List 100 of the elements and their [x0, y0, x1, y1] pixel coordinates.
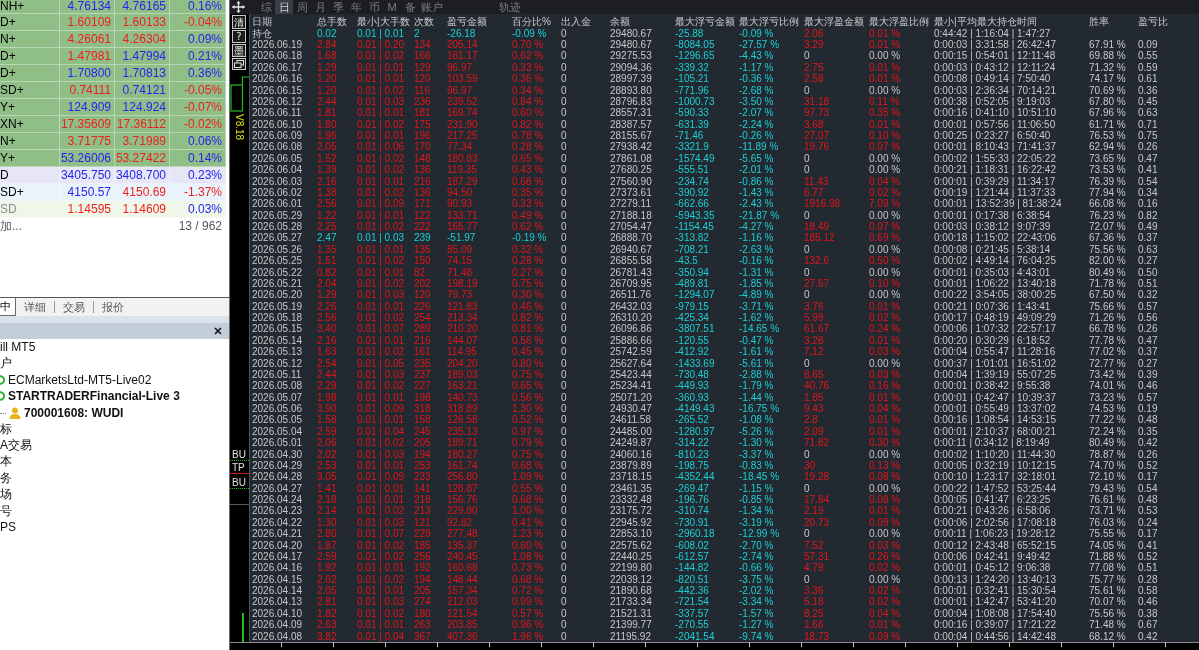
- restore-icon[interactable]: [232, 58, 246, 70]
- tree-item[interactable]: 本: [0, 453, 12, 471]
- period-tab[interactable]: 综: [257, 0, 275, 14]
- tree-item[interactable]: A交易: [0, 437, 32, 455]
- table-cell-text: 2026.05.19: [252, 300, 304, 313]
- tree-item[interactable]: STARTRADERFinancial-Live 3: [8, 389, 180, 404]
- table-cell-text: 0.46: [1138, 596, 1159, 608]
- table-cell-text: 0.26: [1138, 448, 1159, 460]
- table-cell-text: 0:00:13 | 1:24:20 | 13:40:13: [934, 573, 1057, 586]
- table-cell-text: 1.92: [317, 562, 338, 574]
- period-tab[interactable]: 季: [329, 0, 347, 14]
- table-cell-text: 27.07: [804, 130, 831, 142]
- table-cell-text: -105.21: [675, 73, 710, 85]
- track-tab[interactable]: 轨迹: [497, 0, 523, 14]
- table-cell-text: 2026.05.25: [252, 255, 304, 267]
- table-cell-text: 0.00 %: [869, 152, 902, 165]
- table-cell-text: 66.08 %: [1089, 198, 1127, 210]
- period-tab[interactable]: 日: [275, 0, 293, 14]
- tree-item[interactable]: 场: [0, 486, 12, 504]
- quote-row[interactable]: Y+ 124.909 124.924 -0.07%: [0, 99, 226, 116]
- panel-tab[interactable]: 中: [0, 298, 16, 316]
- table-cell-text: 0.02 %: [869, 312, 902, 324]
- table-cell-text: 0: [561, 209, 568, 222]
- table-cell-text: 25886.66: [610, 334, 653, 347]
- chart-button[interactable]: 清: [232, 15, 246, 29]
- chart-button[interactable]: 墨: [232, 44, 246, 57]
- tree-item[interactable]: ECMarketsLtd-MT5-Live02: [8, 372, 152, 387]
- quote-row[interactable]: D+ 1.60109 1.60133 -0.04%: [0, 14, 226, 31]
- panel-tab[interactable]: 交易: [54, 301, 93, 313]
- tree-item[interactable]: 700001608: WUDI: [24, 405, 124, 420]
- table-cell-text: 318: [414, 403, 432, 415]
- quote-row[interactable]: N+ 3.71775 3.71989 0.06%: [0, 133, 226, 150]
- table-cell-text: 2: [414, 27, 421, 40]
- table-cell-text: 2026.05.18: [252, 312, 304, 324]
- table-cell-text: 0.68 %: [512, 175, 545, 187]
- add-symbol-link[interactable]: 加...: [0, 217, 22, 235]
- table-cell-text: 71.32 %: [1089, 61, 1127, 74]
- tree-item[interactable]: 号: [0, 502, 12, 520]
- table-cell-text: 72.77 %: [1089, 357, 1127, 369]
- table-cell-text: 2.54: [317, 357, 338, 369]
- quote-row[interactable]: D+ 1.47981 1.47994 0.21%: [0, 48, 226, 65]
- table-cell-text: 161: [414, 346, 432, 358]
- table-cell-text: 1.98: [317, 391, 338, 404]
- table-cell-text: -425.34: [675, 312, 710, 324]
- table-cell-text: -2041.54: [675, 630, 716, 642]
- table-cell-text: -1.44 %: [739, 391, 775, 404]
- table-cell-text: -442.36: [675, 585, 710, 597]
- table-cell-text: 0: [561, 164, 568, 176]
- period-tab[interactable]: M: [383, 0, 401, 14]
- table-cell-text: 28387.57: [610, 118, 653, 131]
- table-cell-text: 0: [561, 528, 568, 540]
- quote-row[interactable]: NH+ 4.76134 4.76165 0.16%: [0, 0, 226, 14]
- period-tab[interactable]: 周: [293, 0, 311, 14]
- tree-item[interactable]: 户: [0, 355, 12, 373]
- period-tab[interactable]: 账户: [419, 0, 445, 14]
- period-tab[interactable]: 备: [401, 0, 419, 14]
- table-cell-text: 2026.05.13: [252, 346, 304, 358]
- quote-row[interactable]: SD+ 4150.57 4150.69 -1.37%: [0, 184, 226, 201]
- tree-item[interactable]: 务: [0, 469, 12, 487]
- panel-tab[interactable]: 详细: [16, 298, 54, 316]
- quote-row[interactable]: D+ 1.70800 1.70813 0.36%: [0, 65, 226, 82]
- period-tab[interactable]: 月: [311, 0, 329, 14]
- table-cell-text: 24611.58: [610, 414, 652, 426]
- tree-item[interactable]: PS: [0, 520, 16, 535]
- quote-row[interactable]: SD+ 0.74111 0.74121 -0.05%: [0, 82, 226, 99]
- table-cell-text: 1.20: [317, 84, 338, 96]
- table-cell-text: 18.49: [804, 221, 831, 233]
- quote-row[interactable]: Y+ 53.26006 53.27422 0.14%: [0, 150, 226, 167]
- table-cell-text: 0: [804, 448, 811, 460]
- quote-row[interactable]: D 3405.750 3408.700 0.23%: [0, 167, 226, 184]
- column-header: 盈亏比: [1138, 16, 1169, 28]
- move-icon[interactable]: [232, 1, 245, 13]
- quote-row[interactable]: N+ 4.26061 4.26304 0.09%: [0, 31, 226, 48]
- table-cell-text: -771.96: [675, 84, 710, 96]
- table-cell-text: -730.48: [675, 368, 710, 381]
- panel-tab[interactable]: 报价: [93, 301, 132, 313]
- table-cell-text: 0:00:37 | 1:01:01 | 16:51:02: [934, 357, 1057, 369]
- table-cell-text: 205.14: [447, 39, 479, 51]
- table-cell-text: 22575.62: [610, 539, 653, 551]
- table-cell-text: 2.84: [317, 39, 338, 51]
- table-cell-text: 1.23 %: [512, 528, 545, 540]
- table-cell-text: 0.49: [1138, 221, 1159, 233]
- tree-item[interactable]: 标: [0, 420, 12, 438]
- table-cell-text: 121: [414, 516, 432, 529]
- table-cell-text: -25.88: [675, 27, 705, 40]
- table-cell-text: -269.47: [675, 482, 710, 495]
- tree-item[interactable]: ill MT5: [0, 340, 36, 355]
- column-header: 百分比%: [512, 16, 552, 28]
- table-cell-text: 71.82: [804, 437, 831, 449]
- daily-change: 0.06%: [170, 133, 226, 149]
- table-cell-text: 76.39 %: [1089, 175, 1127, 187]
- daily-change: -0.02%: [170, 116, 226, 132]
- table-cell-text: 0.09 %: [869, 516, 902, 529]
- chart-button[interactable]: ?: [232, 30, 246, 43]
- period-tab[interactable]: 币: [365, 0, 383, 14]
- table-cell-text: 0.79 %: [512, 437, 545, 449]
- close-icon[interactable]: [214, 327, 222, 335]
- period-tab[interactable]: 年: [347, 0, 365, 14]
- table-cell-text: 0.48: [1138, 494, 1159, 506]
- quote-row[interactable]: XN+ 17.35609 17.36112 -0.02%: [0, 116, 226, 133]
